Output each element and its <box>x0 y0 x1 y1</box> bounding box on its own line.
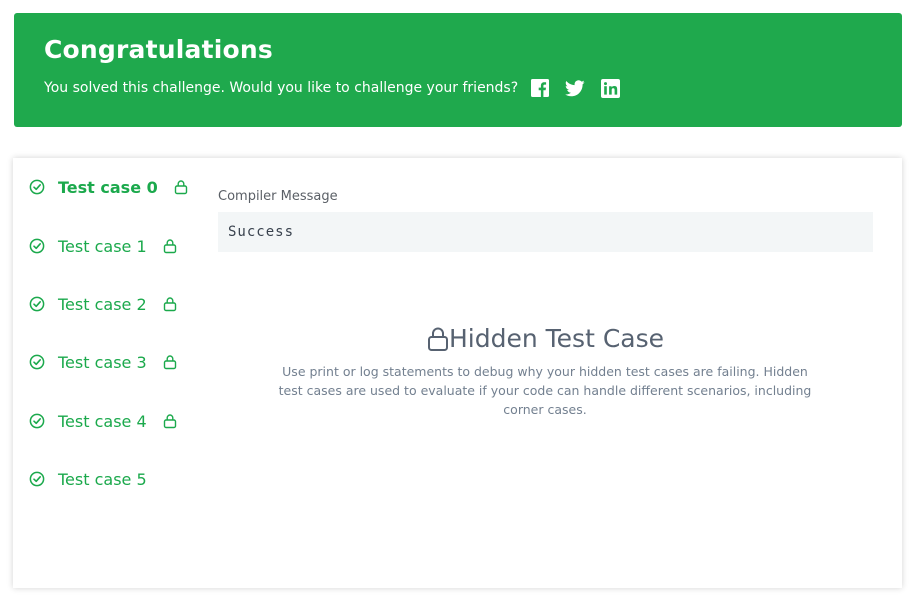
test-case-5-tab[interactable]: Test case 5 <box>29 467 147 491</box>
banner-title: Congratulations <box>44 35 273 64</box>
test-results-panel: Test case 0 Test case 1 Test case 2 Test… <box>13 158 902 588</box>
check-circle-icon <box>29 413 45 429</box>
test-case-4-tab[interactable]: Test case 4 <box>29 409 177 433</box>
test-case-label: Test case 2 <box>58 294 147 314</box>
lock-icon <box>163 296 177 312</box>
hidden-test-case-title: Hidden Test Case <box>448 324 664 353</box>
success-banner: Congratulations You solved this challeng… <box>14 13 902 127</box>
lock-icon <box>174 179 188 195</box>
lock-icon <box>163 413 177 429</box>
test-case-2-tab[interactable]: Test case 2 <box>29 292 177 316</box>
linkedin-icon[interactable] <box>600 78 620 98</box>
test-case-label: Test case 1 <box>58 236 147 256</box>
twitter-icon[interactable] <box>565 78 585 98</box>
check-circle-icon <box>29 354 45 370</box>
check-circle-icon <box>29 179 45 195</box>
test-case-label: Test case 4 <box>58 411 147 431</box>
lock-icon <box>163 354 177 370</box>
check-circle-icon <box>29 296 45 312</box>
check-circle-icon <box>29 471 45 487</box>
share-row: You solved this challenge. Would you lik… <box>44 77 620 99</box>
compiler-message-label: Compiler Message <box>218 189 338 204</box>
hidden-test-case-heading: Hidden Test Case <box>218 324 873 353</box>
lock-icon <box>427 326 449 352</box>
facebook-icon[interactable] <box>530 78 550 98</box>
test-case-0-tab[interactable]: Test case 0 <box>29 175 188 199</box>
compiler-message-text: Success <box>228 224 295 240</box>
compiler-message-box: Success <box>218 212 873 252</box>
test-case-label: Test case 0 <box>58 177 158 197</box>
lock-icon <box>163 238 177 254</box>
test-case-label: Test case 5 <box>58 469 147 489</box>
banner-message: You solved this challenge. Would you lik… <box>44 80 519 96</box>
test-case-1-tab[interactable]: Test case 1 <box>29 234 177 258</box>
hidden-test-case-description: Use print or log statements to debug why… <box>278 364 812 417</box>
test-case-label: Test case 3 <box>58 352 147 372</box>
test-case-3-tab[interactable]: Test case 3 <box>29 350 177 374</box>
check-circle-icon <box>29 238 45 254</box>
